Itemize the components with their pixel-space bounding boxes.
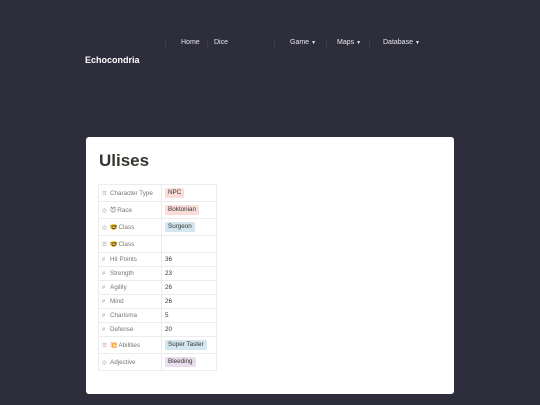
property-key: # Hit Points xyxy=(98,252,162,267)
property-key: ☰ 🤓Class xyxy=(98,235,162,253)
property-value-cell[interactable]: Boktonian xyxy=(161,201,217,219)
property-label: Hit Points xyxy=(110,256,137,263)
number-icon: # xyxy=(102,285,106,291)
property-row: ◎ 😈Race Boktonian xyxy=(98,201,217,219)
property-value-cell[interactable]: 36 xyxy=(161,252,217,267)
property-label: Class xyxy=(118,223,135,231)
property-key: # Strength xyxy=(98,266,162,281)
property-label: Strength xyxy=(110,270,134,277)
tag-pill: Bleeding xyxy=(165,357,196,367)
property-value-cell[interactable] xyxy=(161,235,217,253)
property-row: # Mind 26 xyxy=(98,294,217,309)
character-card: Ulises ☰ Character Type NPC ◎ 😈Race Bokton… xyxy=(86,137,454,394)
caret-down-icon: ▼ xyxy=(414,39,420,46)
select-icon: ◎ xyxy=(102,359,107,366)
number-icon: # xyxy=(102,313,106,319)
collision-emoji-icon: 💥 xyxy=(110,342,118,349)
property-row: ☰ 🤓Class xyxy=(98,235,217,253)
property-row: # Agility 26 xyxy=(98,280,217,295)
nav-maps-dropdown[interactable]: Maps ▼ xyxy=(337,39,361,46)
property-label: Charisma xyxy=(110,312,137,319)
property-value-cell[interactable]: NPC xyxy=(161,184,217,202)
tag-pill: NPC xyxy=(165,188,185,198)
number-icon: # xyxy=(102,327,106,333)
property-value-cell[interactable]: 26 xyxy=(161,294,217,309)
property-label: Race xyxy=(117,206,132,214)
property-label: Class xyxy=(118,240,135,248)
tag-pill: Boktonian xyxy=(165,205,200,215)
nav-database-label: Database xyxy=(383,39,413,46)
nav-game-dropdown[interactable]: Game ▼ xyxy=(290,39,316,46)
property-value-cell[interactable]: 20 xyxy=(161,322,217,337)
top-navigation: Home Dice Game ▼ Maps ▼ Database ▼ Echoc… xyxy=(0,0,540,80)
list-icon: ☰ xyxy=(102,190,107,197)
property-key: ☰ 💥Abilities xyxy=(98,336,162,354)
page-title: Ulises xyxy=(99,151,150,170)
number-icon: # xyxy=(102,257,106,263)
property-row: ☰ Character Type NPC xyxy=(98,184,217,202)
property-value-cell[interactable]: 26 xyxy=(161,280,217,295)
property-value-cell[interactable]: 5 xyxy=(161,308,217,323)
property-key: # Mind xyxy=(98,294,162,309)
property-value-cell[interactable]: Bleeding xyxy=(161,353,217,371)
property-key: ◎ 😈Race xyxy=(98,201,162,219)
caret-down-icon: ▼ xyxy=(311,39,317,46)
nav-maps-label: Maps xyxy=(337,39,355,46)
property-row: ◎ 🤓Class Surgeon xyxy=(98,218,217,236)
property-value-cell[interactable]: Surgeon xyxy=(161,218,217,236)
caret-down-icon: ▼ xyxy=(356,39,362,46)
property-label: Character Type xyxy=(110,189,153,197)
nav-game-label: Game xyxy=(290,39,310,46)
nav-home-label: Home xyxy=(181,39,200,46)
site-brand[interactable]: Echocondria xyxy=(85,55,140,65)
nav-separator xyxy=(165,40,166,47)
property-label: Agility xyxy=(110,284,127,291)
nav-database-dropdown[interactable]: Database ▼ xyxy=(383,39,420,46)
nav-separator xyxy=(274,40,275,47)
number-icon: # xyxy=(102,271,106,277)
property-key: # Agility xyxy=(98,280,162,295)
property-label: Adjective xyxy=(110,358,136,366)
property-key: ☰ Character Type xyxy=(98,184,162,202)
property-key: # Defense xyxy=(98,322,162,337)
property-row: # Charisma 5 xyxy=(98,308,217,323)
nav-separator xyxy=(369,40,370,47)
select-icon: ◎ xyxy=(102,224,107,231)
property-label: Defense xyxy=(110,326,134,333)
property-label: Mind xyxy=(110,298,124,305)
property-row: # Strength 23 xyxy=(98,266,217,281)
tag-pill: Super Taster xyxy=(165,340,207,350)
property-value-cell[interactable]: 23 xyxy=(161,266,217,281)
list-icon: ☰ xyxy=(102,342,107,349)
properties-table: ☰ Character Type NPC ◎ 😈Race Boktonian ◎ 🤓C… xyxy=(98,184,217,371)
property-row: ◎ Adjective Bleeding xyxy=(98,353,217,371)
property-value-cell[interactable]: Super Taster xyxy=(161,336,217,354)
property-row: # Hit Points 36 xyxy=(98,252,217,267)
property-key: ◎ 🤓Class xyxy=(98,218,162,236)
property-label: Abilities xyxy=(118,341,141,349)
property-key: # Charisma xyxy=(98,308,162,323)
devil-emoji-icon: 😈 xyxy=(110,207,117,214)
nerd-emoji-icon: 🤓 xyxy=(110,241,118,248)
property-row: # Defense 20 xyxy=(98,322,217,337)
nav-separator xyxy=(207,40,208,47)
nav-dice-link[interactable]: Dice xyxy=(214,39,228,46)
nav-separator xyxy=(326,40,327,47)
tag-pill: Surgeon xyxy=(165,222,195,232)
nav-dice-label: Dice xyxy=(214,39,229,46)
nerd-emoji-icon: 🤓 xyxy=(110,224,118,231)
select-icon: ◎ xyxy=(102,207,107,214)
property-key: ◎ Adjective xyxy=(98,353,162,371)
property-row: ☰ 💥Abilities Super Taster xyxy=(98,336,217,354)
nav-home-link[interactable]: Home xyxy=(181,39,200,46)
list-icon: ☰ xyxy=(102,241,107,248)
number-icon: # xyxy=(102,299,106,305)
